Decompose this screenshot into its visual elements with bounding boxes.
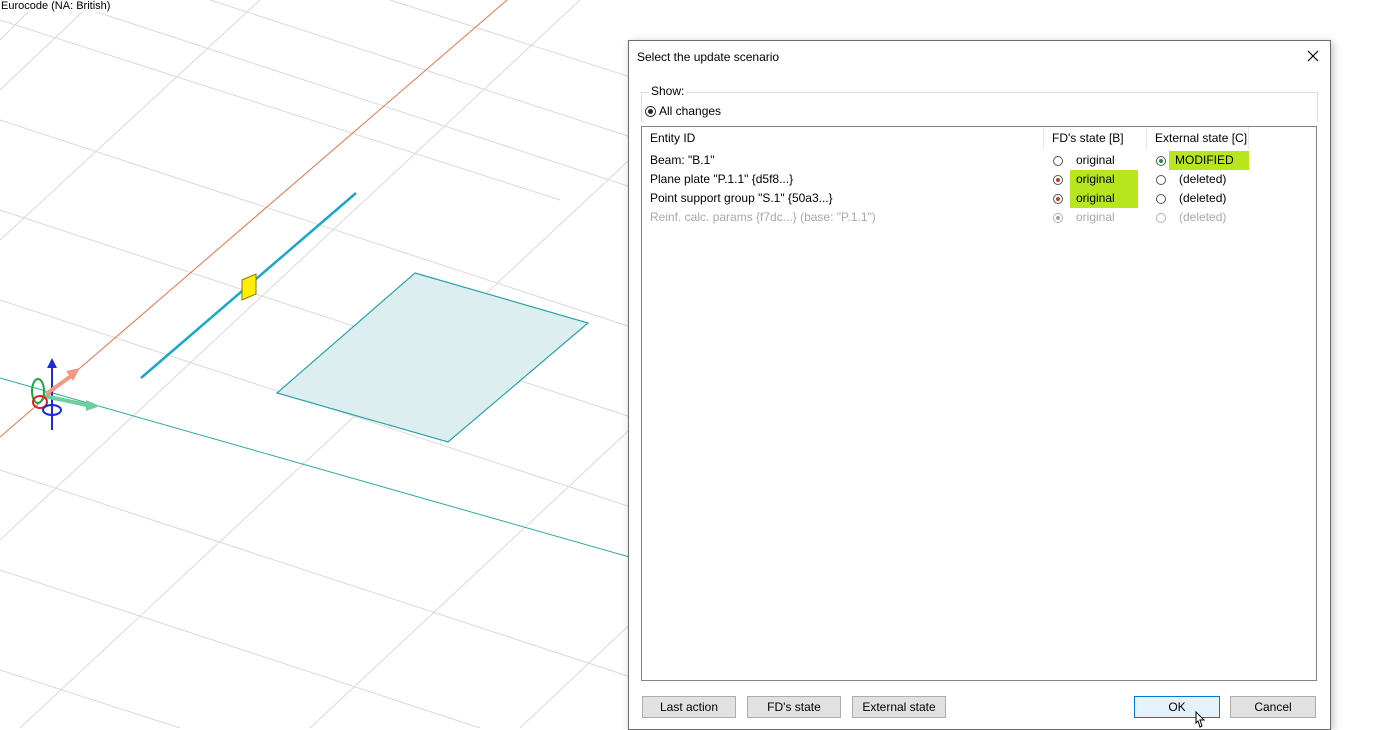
radio-icon (1156, 174, 1166, 185)
external-state-option: (deleted) (1156, 208, 1232, 227)
close-button[interactable] (1296, 41, 1330, 71)
fd-state-option[interactable]: original (1053, 189, 1138, 208)
radio-icon (1053, 155, 1063, 166)
column-external-state[interactable]: External state [C] (1147, 127, 1249, 149)
point-support-s1[interactable] (241, 273, 257, 301)
axis-gizmo-icon[interactable] (31, 358, 100, 430)
fd-state-option[interactable]: original (1053, 170, 1138, 189)
radio-icon (1053, 193, 1063, 204)
fd-state-value: original (1070, 189, 1138, 208)
fd-state-value: original (1070, 170, 1138, 189)
table-row: Reinf. calc. params {f7dc...} (base: "P.… (642, 208, 1316, 227)
radio-icon (645, 105, 656, 117)
fd-state-option[interactable]: original (1053, 151, 1121, 170)
mouse-pointer-icon (1195, 711, 1206, 728)
radio-icon (1156, 212, 1166, 223)
entity-table[interactable]: Entity ID FD's state [B] External state … (641, 126, 1317, 681)
entity-id-cell: Plane plate "P.1.1" {d5f8...} (650, 172, 794, 186)
external-state-value: (deleted) (1179, 172, 1227, 186)
fd-state-value: original (1076, 210, 1115, 224)
radio-icon (1156, 155, 1166, 166)
close-icon (1307, 50, 1319, 62)
external-state-option[interactable]: (deleted) (1156, 170, 1232, 189)
show-legend: Show: (649, 84, 687, 98)
radio-icon (1156, 193, 1166, 204)
fd-state-button[interactable]: FD's state (747, 696, 841, 718)
all-changes-radio[interactable]: All changes (645, 104, 721, 118)
external-state-value: MODIFIED (1169, 151, 1249, 170)
table-row[interactable]: Beam: "B.1" original MODIFIED (642, 151, 1316, 170)
entity-id-cell: Point support group "S.1" {50a3...} (650, 191, 833, 205)
fd-state-value: original (1076, 153, 1115, 167)
ok-button[interactable]: OK (1134, 696, 1220, 718)
external-state-option[interactable]: MODIFIED (1156, 151, 1249, 170)
external-state-option[interactable]: (deleted) (1156, 189, 1232, 208)
column-entity-id[interactable]: Entity ID (642, 127, 1045, 149)
last-action-button[interactable]: Last action (642, 696, 736, 718)
entity-id-cell: Reinf. calc. params {f7dc...} (base: "P.… (650, 210, 876, 224)
dialog-title: Select the update scenario (637, 50, 780, 64)
cancel-button[interactable]: Cancel (1230, 696, 1316, 718)
fd-state-option: original (1053, 208, 1121, 227)
radio-icon (1053, 212, 1063, 223)
entity-id-cell: Beam: "B.1" (650, 153, 715, 167)
plane-plate-p11[interactable] (275, 272, 590, 443)
external-state-value: (deleted) (1179, 191, 1227, 205)
external-state-button[interactable]: External state (852, 696, 946, 718)
all-changes-label: All changes (659, 104, 722, 118)
update-scenario-dialog: Select the update scenario Show: All cha… (628, 40, 1331, 730)
status-label: Eurocode (NA: British) (1, 0, 111, 12)
table-row[interactable]: Point support group "S.1" {50a3...} origi… (642, 189, 1316, 208)
external-state-value: (deleted) (1179, 210, 1227, 224)
column-fd-state[interactable]: FD's state [B] (1043, 127, 1147, 149)
table-row[interactable]: Plane plate "P.1.1" {d5f8...} original (de… (642, 170, 1316, 189)
radio-icon (1053, 174, 1063, 185)
show-groupbox (641, 92, 1318, 122)
